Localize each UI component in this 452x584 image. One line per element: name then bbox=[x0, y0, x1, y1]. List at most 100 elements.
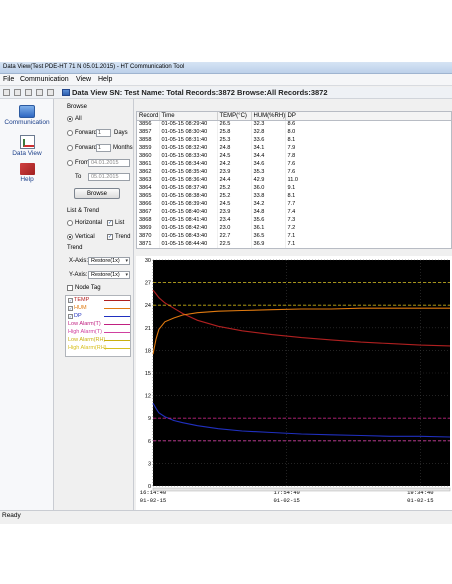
toolbar-open-icon[interactable] bbox=[3, 89, 10, 96]
menu-bar: File Communication View Help bbox=[0, 74, 452, 86]
table-row[interactable]: 3856 01-05-15 08:29:40 26.5 32.3 8.6 bbox=[137, 120, 451, 128]
nav-help[interactable]: Help bbox=[0, 163, 54, 183]
x-tick-date: 01-02-15 bbox=[407, 497, 433, 504]
table-cell: 01-05-15 08:42:40 bbox=[159, 224, 218, 232]
nav-help-label: Help bbox=[20, 176, 34, 183]
toolbar-save-icon[interactable] bbox=[14, 89, 21, 96]
legend-row-high-alarm-rh[interactable]: High Alarm(RH) bbox=[66, 345, 132, 352]
table-row[interactable]: 3861 01-05-15 08:34:40 24.2 34.6 7.6 bbox=[137, 160, 451, 168]
vertical-radio[interactable] bbox=[67, 234, 73, 240]
table-row[interactable]: 387201-05-15 08:45:4022.636.46.9 bbox=[137, 248, 452, 249]
x-tick-date: 01-02-15 bbox=[140, 497, 166, 504]
toolbar-export-icon[interactable] bbox=[36, 89, 43, 96]
vertical-label: Vertical bbox=[75, 234, 95, 240]
table-cell: 34.2 bbox=[251, 200, 286, 208]
to-label: To bbox=[75, 174, 82, 180]
table-cell: 22.6 bbox=[217, 248, 251, 249]
table-cell: 3865 bbox=[137, 192, 160, 200]
nav-communication[interactable]: Communication bbox=[0, 105, 54, 126]
column-header[interactable]: TEMP(°C) bbox=[217, 112, 252, 121]
legend-swatch bbox=[104, 332, 130, 333]
table-cell: 8.1 bbox=[285, 192, 451, 200]
from-radio[interactable] bbox=[67, 160, 73, 166]
table-cell: 7.1 bbox=[285, 240, 451, 248]
forward-months-input[interactable]: 1 bbox=[96, 144, 111, 152]
x-axis-select[interactable]: Restore(1x) ▾ bbox=[88, 257, 130, 265]
table-cell: 3864 bbox=[137, 184, 160, 192]
table-row[interactable]: 3864 01-05-15 08:37:40 25.2 36.0 9.1 bbox=[137, 184, 451, 192]
trend-checkbox[interactable]: ✓ bbox=[107, 234, 113, 240]
list-checkbox[interactable]: ✓ bbox=[107, 220, 113, 226]
legend-label: Low Alarm(RH) bbox=[68, 337, 106, 343]
legend-label: DP bbox=[74, 313, 82, 319]
menu-view[interactable]: View bbox=[76, 76, 91, 83]
nav-data-view[interactable]: Data View bbox=[0, 135, 54, 157]
legend-row-low-alarm-rh[interactable]: Low Alarm(RH) bbox=[66, 337, 132, 344]
table-row[interactable]: 3871 01-05-15 08:44:40 22.5 36.9 7.1 bbox=[137, 240, 451, 248]
table-cell: 01-05-15 08:45:40 bbox=[159, 248, 217, 249]
menu-communication[interactable]: Communication bbox=[20, 76, 69, 83]
legend-label: Low Alarm(T) bbox=[68, 321, 101, 327]
table-cell: 25.2 bbox=[217, 192, 252, 200]
table-row[interactable]: 3868 01-05-15 08:41:40 23.4 35.6 7.3 bbox=[137, 216, 451, 224]
forward-days-input[interactable]: 1 bbox=[96, 129, 111, 137]
legend-swatch bbox=[104, 300, 130, 301]
table-cell: 36.1 bbox=[251, 224, 286, 232]
list-label: List bbox=[115, 220, 125, 226]
menu-file[interactable]: File bbox=[3, 76, 14, 83]
table-row[interactable]: 3863 01-05-15 08:36:40 24.4 42.9 11.0 bbox=[137, 176, 451, 184]
table-cell: 01-05-15 08:33:40 bbox=[159, 152, 218, 160]
table-row[interactable]: 3870 01-05-15 08:43:40 22.7 36.5 7.1 bbox=[137, 232, 451, 240]
table-row[interactable]: 3867 01-05-15 08:40:40 23.9 34.8 7.4 bbox=[137, 208, 451, 216]
column-header[interactable]: DP bbox=[285, 112, 451, 121]
table-row[interactable]: 3858 01-05-15 08:31:40 25.3 33.6 8.1 bbox=[137, 136, 451, 144]
table-cell: 36.5 bbox=[251, 232, 286, 240]
toolbar-refresh-icon[interactable] bbox=[47, 89, 54, 96]
table-row[interactable]: 3862 01-05-15 08:35:40 23.9 35.3 7.6 bbox=[137, 168, 451, 176]
y-tick-label: 21 bbox=[145, 326, 151, 332]
to-date-input[interactable]: 05.01.2015 bbox=[88, 173, 130, 181]
records-table[interactable]: Record Time TEMP(°C) HUM(%RH) DP 3856 01-… bbox=[136, 111, 452, 249]
legend-row-hum[interactable]: ✓ HUM bbox=[66, 305, 132, 312]
legend-checkbox[interactable]: ✓ bbox=[68, 314, 73, 319]
table-cell: 24.8 bbox=[217, 144, 252, 152]
table-cell: 3863 bbox=[137, 176, 160, 184]
legend-checkbox[interactable]: ✓ bbox=[68, 306, 73, 311]
column-header[interactable]: Time bbox=[159, 112, 218, 121]
legend-row-temp[interactable]: ✓ TEMP bbox=[66, 297, 132, 304]
table-row[interactable]: 3857 01-05-15 08:30:40 25.8 32.8 8.0 bbox=[137, 128, 451, 136]
legend-row-high-alarm-t[interactable]: High Alarm(T) bbox=[66, 329, 132, 336]
forward-days-radio[interactable] bbox=[67, 130, 73, 136]
table-row[interactable]: 3859 01-05-15 08:32:40 24.8 34.1 7.9 bbox=[137, 144, 451, 152]
table-row[interactable]: 3860 01-05-15 08:33:40 24.5 34.4 7.8 bbox=[137, 152, 451, 160]
legend-row-low-alarm-t[interactable]: Low Alarm(T) bbox=[66, 321, 132, 328]
browse-all-radio[interactable] bbox=[67, 116, 73, 122]
table-row[interactable]: 3866 01-05-15 08:39:40 24.5 34.2 7.7 bbox=[137, 200, 451, 208]
legend-row-dp[interactable]: ✓ DP bbox=[66, 313, 132, 320]
legend-checkbox[interactable]: ✓ bbox=[68, 298, 73, 303]
toolbar-print-icon[interactable] bbox=[25, 89, 32, 96]
trend-chart[interactable]: 0 3 6 9 12 15 18 21 24 27 30 16:14:40 01-02-15 17:54:… bbox=[136, 256, 452, 510]
x-axis-dropdown-icon: ▾ bbox=[125, 258, 128, 264]
browse-button[interactable]: Browse bbox=[74, 188, 120, 199]
menu-help[interactable]: Help bbox=[98, 76, 112, 83]
column-header[interactable]: Record bbox=[137, 112, 160, 121]
table-row[interactable]: 3869 01-05-15 08:42:40 23.0 36.1 7.2 bbox=[137, 224, 451, 232]
horizontal-radio[interactable] bbox=[67, 220, 73, 226]
from-date-input[interactable]: 04.01.2015 bbox=[88, 159, 130, 167]
trend-label: Trend bbox=[115, 234, 131, 240]
trend-chart-svg[interactable]: 03691215182124273016:14:4001-02-1517:54:… bbox=[136, 256, 452, 510]
column-header[interactable]: HUM(%RH) bbox=[251, 112, 286, 121]
forward-months-label: Forward bbox=[75, 145, 98, 151]
table-cell: 8.0 bbox=[285, 128, 451, 136]
from-label: From bbox=[75, 160, 89, 166]
communication-icon bbox=[19, 105, 35, 118]
table-cell: 34.6 bbox=[251, 160, 286, 168]
table-row[interactable]: 3865 01-05-15 08:38:40 25.2 33.8 8.1 bbox=[137, 192, 451, 200]
window-title: Data View(Test PDE-HT 71 N 05.01.2015) -… bbox=[3, 64, 185, 70]
node-tag-label: Node Tag bbox=[75, 285, 101, 291]
legend-label: HUM bbox=[74, 305, 87, 311]
y-axis-select[interactable]: Restore(1x) ▾ bbox=[88, 271, 130, 279]
node-tag-checkbox[interactable] bbox=[67, 285, 73, 291]
forward-months-radio[interactable] bbox=[67, 145, 73, 151]
